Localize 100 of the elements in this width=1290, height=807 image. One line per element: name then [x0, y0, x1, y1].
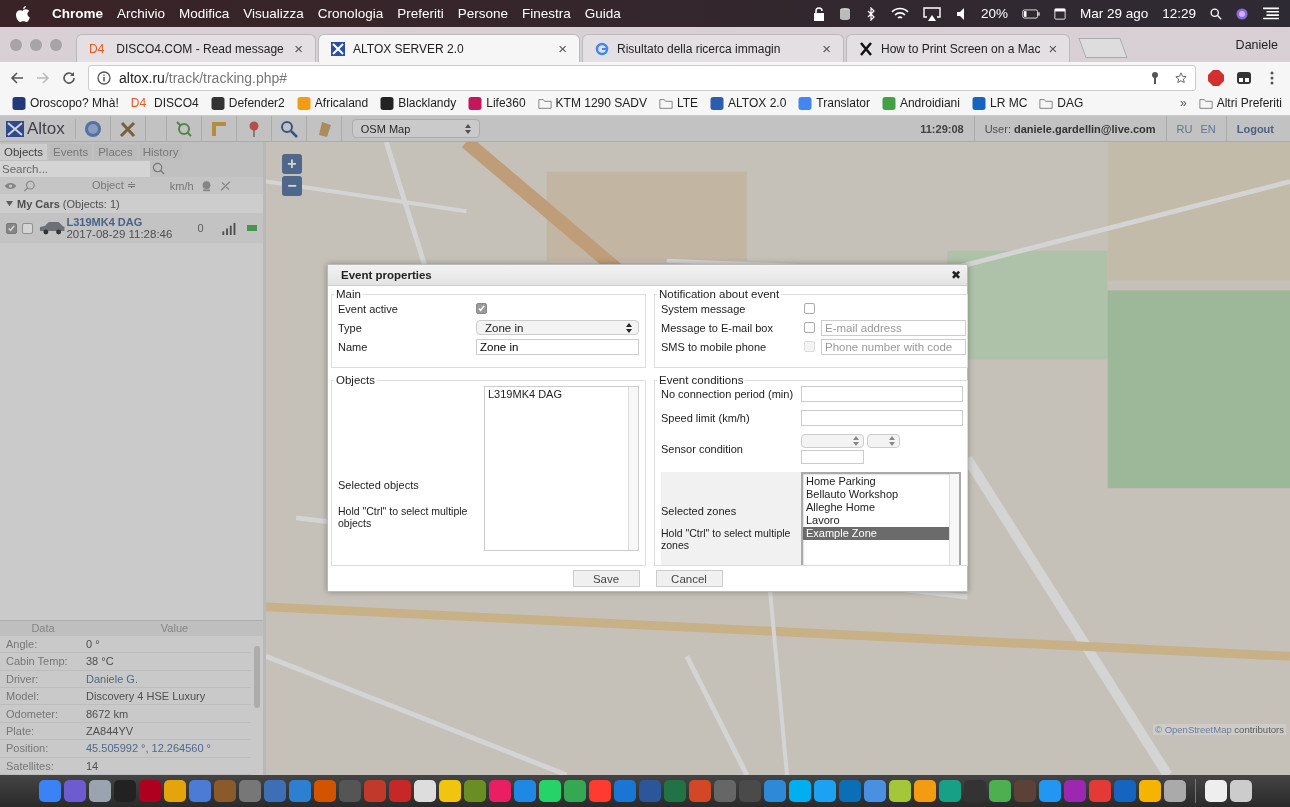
data-value: 8672 km	[86, 707, 129, 720]
data-label: Position:	[5, 742, 50, 755]
data-value-link[interactable]: Daniele G.	[86, 672, 138, 685]
address-bar[interactable]: altox.ru/track/tracking.php#	[88, 64, 1196, 91]
bookmark-link[interactable]: KTM 1290 SADV	[537, 96, 647, 110]
zones-listbox[interactable]: Home Parking Bellauto Workshop Alleghe Home Lavoro Example Zone	[801, 472, 961, 565]
tab-close-button[interactable]: ×	[822, 40, 831, 57]
search-field[interactable]: Search...	[0, 160, 150, 177]
user-label: User:	[984, 122, 1011, 135]
field-label: Event active	[338, 302, 399, 315]
user-email: daniele.gardellin@live.com	[1014, 122, 1156, 135]
data-label: Model:	[5, 690, 41, 703]
object-timestamp: 2017-08-29 11:28:46	[66, 228, 173, 240]
data-label: Angle:	[5, 638, 39, 651]
contact-field[interactable]: E-mail address	[821, 319, 966, 336]
bookmark-link[interactable]: DAG	[1039, 96, 1084, 110]
site-logo-icon: D4	[89, 41, 105, 56]
close-button[interactable]: ✖	[951, 268, 961, 282]
dialog-title: Event properties	[341, 269, 432, 281]
data-value: 0 °	[86, 638, 100, 651]
zoom-in-button[interactable]: +	[282, 154, 302, 174]
list-option[interactable]: Bellauto Workshop	[803, 488, 949, 501]
field-label: Selected objects	[338, 479, 420, 491]
bookmark-link[interactable]: Africaland	[296, 96, 369, 110]
menu-item[interactable]: Finestra	[521, 6, 571, 21]
field-label: SMS to mobile phone	[661, 340, 768, 353]
cancel-button[interactable]: Cancel	[655, 570, 723, 587]
bookmark-link[interactable]: Oroscopo? Mhà!	[12, 96, 119, 110]
menu-item[interactable]: Modifica	[179, 6, 230, 21]
field-label: Speed limit (km/h)	[661, 412, 751, 424]
menu-item[interactable]: Visualizza	[243, 6, 304, 21]
tab-close-button[interactable]: ×	[558, 40, 567, 57]
menu-date[interactable]: Mar 29 ago	[1079, 6, 1149, 21]
bookmark-folder[interactable]: Altri Preferiti	[1198, 96, 1282, 110]
list-option[interactable]: Lavoro	[803, 514, 949, 527]
bookmark-link[interactable]: Defender2	[210, 96, 285, 110]
field-label: Type	[338, 321, 363, 334]
bookmark-link[interactable]: LTE	[658, 96, 699, 110]
data-label: Satellites:	[5, 759, 55, 772]
data-label: Plate:	[5, 725, 36, 737]
data-value: 14	[86, 759, 99, 772]
menu-item[interactable]: Cronologia	[317, 6, 384, 21]
menu-item[interactable]: Persone	[457, 6, 508, 21]
hint-text: Hold "Ctrl" to select multiple objects	[338, 505, 468, 529]
tab-close-button[interactable]: ×	[294, 40, 303, 57]
attribution-text: contributors	[1234, 724, 1284, 735]
data-value-link[interactable]: 45.505992 °, 12.264560 °	[86, 742, 212, 755]
objects-listbox[interactable]: L319MK4 DAG	[484, 386, 639, 551]
bookmark-link[interactable]: Translator	[798, 96, 870, 110]
battery-percent: 20%	[980, 6, 1008, 21]
data-label: Odometer:	[5, 707, 59, 720]
menu-clock[interactable]: 12:29	[1162, 6, 1196, 21]
list-option[interactable]: Example Zone	[803, 527, 949, 540]
object-name-link[interactable]: L319MK4 DAG	[66, 216, 173, 228]
menu-app-name[interactable]: Chrome	[52, 6, 103, 21]
panel-tab[interactable]: Objects	[0, 144, 47, 160]
browser-tab[interactable]: D4 DISCO4.COM - Read message ×	[76, 34, 316, 62]
menu-item[interactable]: Archivio	[117, 6, 166, 21]
field-label: Sensor condition	[661, 443, 744, 455]
fieldset-legend: Objects	[334, 375, 377, 386]
profile-name[interactable]: Daniele	[1235, 37, 1278, 52]
hint-text: Hold "Ctrl" to select multiple zones	[661, 527, 791, 551]
menu-item[interactable]: Guida	[584, 6, 621, 21]
browser-tab[interactable]: ALTOX SERVER 2.0 ×	[318, 34, 580, 62]
column-header: Value	[159, 622, 190, 635]
type-select[interactable]: Zone in	[476, 320, 639, 335]
server-time: 11:29:08	[920, 122, 965, 135]
name-field[interactable]: Zone in	[476, 338, 639, 355]
field-label: Selected zones	[661, 505, 738, 517]
object-speed: 0	[197, 222, 204, 234]
browser-tab[interactable]: Risultato della ricerca immagin ×	[582, 34, 844, 62]
bookmark-link[interactable]: LR MC	[971, 96, 1028, 110]
bookmark-link[interactable]: Androidiani	[881, 96, 960, 110]
bookmark-link[interactable]: D4 DISCO4	[130, 96, 199, 110]
data-label: Cabin Temp:	[5, 655, 69, 668]
column-header: Data	[30, 622, 56, 635]
tab-close-button[interactable]: ×	[1048, 40, 1058, 57]
zoom-out-button[interactable]: −	[282, 176, 302, 196]
list-option[interactable]: L319MK4 DAG	[485, 388, 628, 401]
field-label: Message to E-mail box	[661, 321, 774, 334]
more-bookmarks-button[interactable]: »	[1179, 96, 1187, 110]
menu-item[interactable]: Preferiti	[397, 6, 444, 21]
bookmark-link[interactable]: Blacklandy	[380, 96, 457, 110]
browser-tab[interactable]: How to Print Screen on a Mac ×	[846, 34, 1071, 62]
fieldset-legend: Event conditions	[657, 375, 746, 386]
data-value: 38 °C	[86, 655, 114, 668]
altox-logo[interactable]: Altox	[6, 118, 76, 139]
map-type-select[interactable]: OSM Map	[351, 119, 480, 138]
data-value: ZA844YV	[86, 725, 134, 737]
data-label: Driver:	[5, 672, 40, 685]
field-label: No connection period (min)	[661, 388, 795, 400]
save-button[interactable]: Save	[572, 570, 640, 587]
bookmark-link[interactable]: ALTOX 2.0	[710, 96, 787, 110]
fieldset-legend: Notification about event	[657, 289, 782, 300]
field-label: Name	[338, 340, 369, 353]
fieldset-legend: Main	[334, 289, 363, 300]
list-option[interactable]: Home Parking	[803, 475, 949, 488]
bookmark-link[interactable]: Life360	[468, 96, 526, 110]
list-option[interactable]: Alleghe Home	[803, 501, 949, 514]
data-value: Discovery 4 HSE Luxury	[86, 690, 206, 703]
